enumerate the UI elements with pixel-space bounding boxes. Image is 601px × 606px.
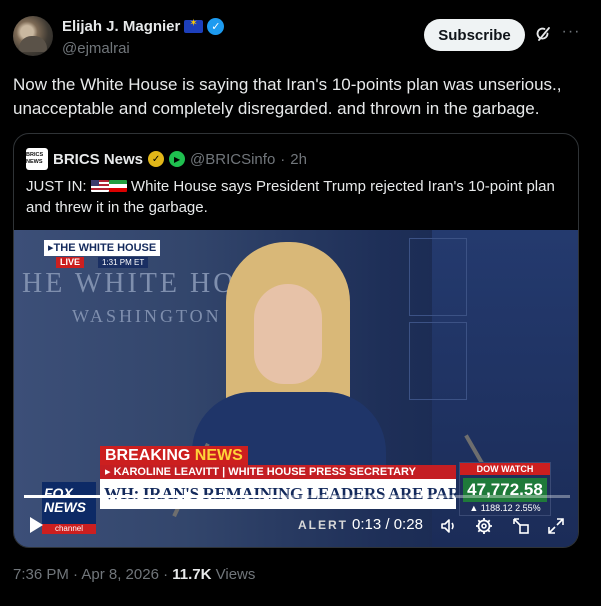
author-name[interactable]: Elijah J. Magnier [62, 18, 180, 35]
video-player[interactable]: HE WHITE HO WASHINGTON ▸THE WHITE HOUSE … [14, 230, 578, 547]
video-time: 0:13 / 0:28 [352, 516, 423, 533]
video-progress-bar[interactable] [24, 495, 570, 498]
post-timestamp[interactable]: 7:36 PM · Apr 8, 2026 · [13, 566, 172, 583]
lower-third-name-text: KAROLINE LEAVITT | WHITE HOUSE PRESS SEC… [113, 466, 416, 478]
quoted-post-text: JUST IN: White House says President Trum… [26, 176, 566, 218]
live-badge: LIVE [56, 257, 85, 268]
views-label: Views [211, 566, 256, 583]
breaking-label: BREAKING [105, 447, 191, 464]
verified-badge-icon[interactable]: ✓ [207, 18, 225, 35]
green-play-badge-icon: ▶ [169, 151, 186, 167]
grok-icon[interactable] [534, 24, 554, 44]
eu-flag-icon [184, 18, 204, 33]
dow-watch-value: 47,772.58 [463, 478, 547, 502]
video-progress-fill [24, 495, 278, 498]
broadcast-time: 1:31 PM ET [98, 257, 149, 268]
play-icon[interactable] [28, 516, 44, 534]
lower-third-name: ▸ KAROLINE LEAVITT | WHITE HOUSE PRESS S… [100, 465, 456, 479]
fullscreen-icon[interactable] [546, 516, 566, 536]
breaking-news-banner: BREAKING NEWS [100, 446, 248, 465]
video-duration: 0:28 [393, 516, 423, 533]
video-panel-box [409, 238, 467, 316]
post-metadata: 7:36 PM · Apr 8, 2026 · 11.7K Views [13, 566, 255, 583]
video-speaker [174, 242, 404, 472]
location-tag-title-text: THE WHITE HOUSE [53, 242, 157, 254]
dow-watch-title: DOW WATCH [460, 463, 550, 475]
quoted-post-prefix: JUST IN: [26, 178, 87, 195]
video-current-time: 0:13 [352, 516, 382, 533]
quoted-post-time[interactable]: 2h [290, 151, 307, 168]
location-tag-title: ▸THE WHITE HOUSE [44, 240, 161, 256]
author-handle[interactable]: @ejmalrai [62, 40, 130, 57]
iran-flag-icon [108, 180, 127, 192]
lower-third-headline: WH: IRAN'S REMAINING LEADERS ARE PARALYZ… [100, 479, 456, 509]
quoted-author-handle[interactable]: @BRICSinfo [190, 151, 275, 168]
location-tag: ▸THE WHITE HOUSE LIVE 1:31 PM ET [44, 240, 164, 270]
author-avatar[interactable] [13, 16, 53, 56]
quoted-post[interactable]: BRICS NEWS BRICS News ✓ ▶ @BRICSinfo · 2… [13, 133, 579, 548]
post-text: Now the White House is saying that Iran'… [13, 75, 562, 118]
meta-separator: · [280, 150, 286, 168]
brics-logo-text: BRICS NEWS [26, 152, 44, 165]
settings-gear-icon[interactable] [474, 516, 494, 536]
quoted-author-name[interactable]: BRICS News [53, 151, 143, 168]
subscribe-button[interactable]: Subscribe [424, 19, 525, 51]
video-panel-box [409, 322, 467, 400]
author-name-row: Elijah J. Magnier ✓ [62, 18, 225, 35]
volume-icon[interactable] [439, 516, 459, 536]
gold-verified-badge-icon: ✓ [148, 151, 165, 167]
picture-in-picture-icon[interactable] [511, 516, 531, 536]
alert-text: ALERT [298, 518, 348, 532]
quoted-post-header: BRICS NEWS BRICS News ✓ ▶ @BRICSinfo · 2… [26, 148, 307, 170]
breaking-news-label: NEWS [194, 447, 243, 464]
us-flag-icon [90, 180, 109, 192]
video-controls: ALERT 0:13 / 0:28 [14, 508, 578, 544]
brics-avatar[interactable]: BRICS NEWS [26, 148, 48, 170]
speaker-face [254, 284, 322, 384]
more-icon[interactable]: ··· [560, 22, 582, 44]
views-count: 11.7K [172, 566, 212, 583]
post: Elijah J. Magnier ✓ @ejmalrai Subscribe … [0, 0, 601, 606]
